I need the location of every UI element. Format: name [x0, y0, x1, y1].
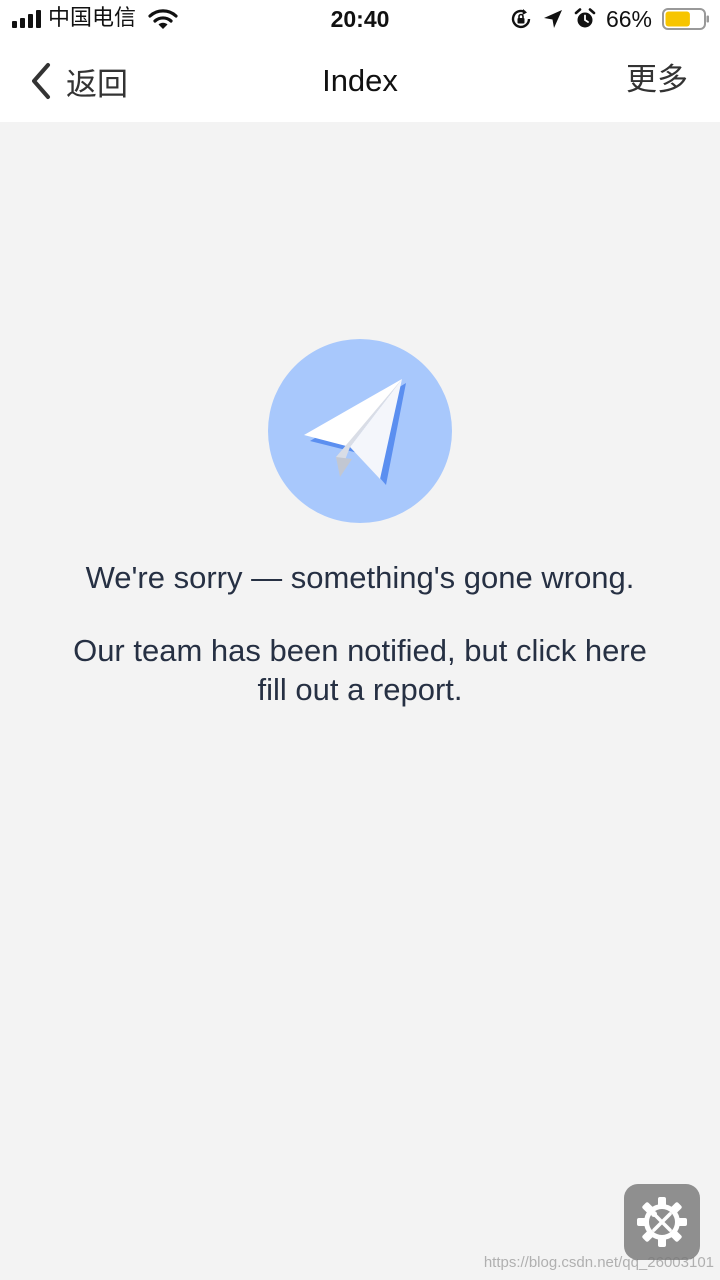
paper-plane-icon	[304, 379, 406, 485]
error-illustration	[268, 339, 452, 523]
settings-tools-icon	[637, 1197, 687, 1247]
watermark-text: https://blog.csdn.net/qq_26003101	[483, 1254, 714, 1271]
status-right: 66%	[510, 6, 710, 32]
error-headline: We're sorry — something's gone wrong.	[85, 560, 635, 595]
battery-percent: 66%	[605, 6, 652, 32]
rotation-lock-icon	[511, 9, 531, 29]
alarm-icon	[574, 8, 596, 28]
more-button[interactable]: 更多	[626, 60, 688, 100]
report-text-line-1: Our team has been notified, but click he…	[73, 633, 647, 668]
page-title: Index	[322, 63, 398, 98]
battery-icon	[662, 8, 709, 30]
status-bar: 中国电信 20:40 66%	[0, 0, 720, 40]
report-text-line-2: fill out a report.	[257, 672, 463, 707]
floating-settings-button[interactable]	[624, 1184, 700, 1260]
error-page: We're sorry — something's gone wrong. Ou…	[0, 122, 720, 1280]
navigation-bar: 返回 Index 更多	[0, 40, 720, 122]
location-arrow-icon	[543, 10, 562, 28]
report-link[interactable]: Our team has been notified, but click he…	[30, 631, 690, 709]
